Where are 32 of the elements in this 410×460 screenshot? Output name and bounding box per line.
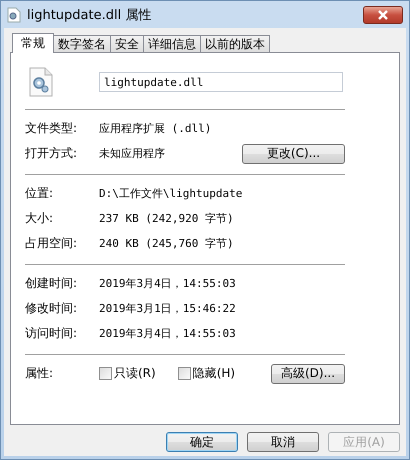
tab[interactable]: 常规 xyxy=(12,33,54,53)
property-value: 应用程序扩展 (.dll) xyxy=(99,121,212,136)
property-label: 修改时间: xyxy=(25,300,78,317)
attributes-label: 属性: xyxy=(25,365,54,382)
window-title: lightupdate.dll 属性 xyxy=(27,6,152,24)
property-label: 大小: xyxy=(25,210,54,227)
property-value: D:\工作文件\lightupdate xyxy=(99,186,244,201)
property-value: 未知应用程序 xyxy=(99,146,166,161)
dialog-button[interactable]: 确定 xyxy=(166,432,238,452)
property-label: 文件类型: xyxy=(25,120,78,137)
tab[interactable]: 以前的版本 xyxy=(200,35,270,52)
property-value: 2019年3月4日，14:55:03 xyxy=(99,276,237,291)
property-label: 占用空间: xyxy=(25,235,78,252)
property-value: 240 KB (245,760 字节) xyxy=(99,236,235,251)
attribute-checkbox[interactable]: 隐藏(H) xyxy=(178,365,236,382)
property-label: 位置: xyxy=(25,185,54,202)
property-value: 237 KB (242,920 字节) xyxy=(99,211,235,226)
tab[interactable]: 详细信息 xyxy=(143,35,201,52)
close-icon xyxy=(377,10,389,20)
file-name-field[interactable]: lightupdate.dll xyxy=(99,72,343,92)
property-label: 访问时间: xyxy=(25,325,78,342)
advanced-button[interactable]: 高级(D)... xyxy=(271,364,345,384)
property-value: 2019年3月4日，14:55:03 xyxy=(99,326,237,341)
change-button[interactable]: 更改(C)... xyxy=(242,144,345,164)
close-button[interactable] xyxy=(363,6,403,24)
attribute-checkbox[interactable]: 只读(R) xyxy=(99,365,156,382)
property-label: 打开方式: xyxy=(25,145,78,162)
property-value: 2019年3月1日，15:46:22 xyxy=(99,301,237,316)
tab[interactable]: 数字签名 xyxy=(53,35,111,52)
dialog-button[interactable]: 取消 xyxy=(247,432,319,452)
tab[interactable]: 安全 xyxy=(110,35,144,52)
property-label: 创建时间: xyxy=(25,275,78,292)
